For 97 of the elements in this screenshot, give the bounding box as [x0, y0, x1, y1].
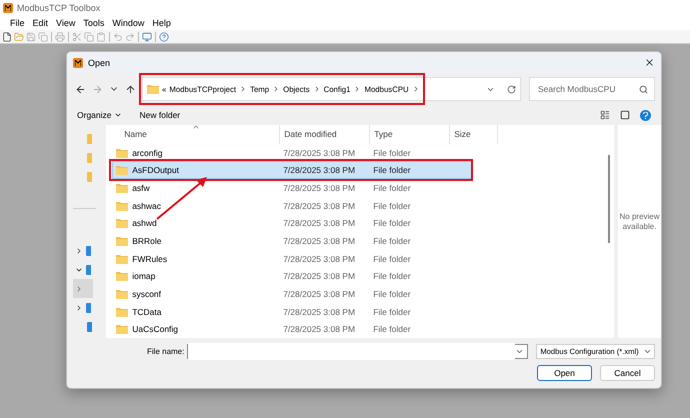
view-icon[interactable]	[600, 110, 610, 120]
file-name: AsFDOutput	[132, 165, 179, 176]
file-row[interactable]: arconfig 7/28/2025 3:08 PM File folder	[112, 144, 472, 162]
scrollbar-thumb[interactable]	[608, 155, 610, 243]
pane-icon[interactable]	[620, 110, 630, 120]
type-cell-text: File folder	[372, 148, 412, 158]
file-row[interactable]: UaCsConfig 7/28/2025 3:08 PM File folder	[112, 320, 472, 338]
file-name: arconfig	[132, 148, 162, 158]
folder-icon	[116, 306, 128, 317]
folder-icon	[116, 165, 128, 176]
file-row[interactable]: sysconf 7/28/2025 3:08 PM File folder	[112, 285, 472, 303]
file-row[interactable]: asfw 7/28/2025 3:08 PM File folder	[112, 179, 472, 197]
folder-icon	[147, 84, 159, 94]
file-row[interactable]: AsFDOutput 7/28/2025 3:08 PM File folder	[112, 161, 472, 180]
file-name: FWRules	[132, 254, 168, 264]
column-header[interactable]: Size	[450, 125, 498, 144]
date-cell-text: 7/28/2025 3:08 PM	[282, 288, 356, 299]
folder-icon	[116, 324, 128, 334]
file-name: ashwac	[132, 200, 162, 211]
date-cell-text: 7/28/2025 3:08 PM	[282, 165, 356, 176]
type-cell-text: File folder	[372, 182, 412, 193]
monitor-icon[interactable]	[142, 32, 152, 42]
column-header[interactable]: Name	[110, 125, 280, 144]
search-icon	[639, 84, 648, 94]
sort-icon	[192, 123, 200, 131]
folder-icon	[116, 182, 128, 193]
menu-item[interactable]: Tools	[81, 18, 110, 28]
new-icon[interactable]	[2, 32, 12, 42]
menu-item[interactable]: View	[54, 18, 82, 28]
caret-icon	[643, 347, 652, 356]
file-name: BRRole	[132, 236, 162, 246]
type-cell-text: File folder	[372, 306, 412, 317]
date-cell-text: 7/28/2025 3:08 PM	[282, 271, 356, 282]
back-button[interactable]	[75, 84, 86, 94]
type-cell-text: File folder	[372, 165, 412, 176]
help-icon[interactable]	[640, 110, 651, 120]
date-cell-text: 7/28/2025 3:08 PM	[282, 324, 356, 334]
menu-item[interactable]: File	[8, 18, 31, 28]
menu-item[interactable]: Help	[150, 18, 177, 28]
app-logo-icon	[73, 58, 83, 68]
file-row[interactable]: TCData 7/28/2025 3:08 PM File folder	[112, 302, 472, 320]
dialog-button[interactable]: Open	[537, 365, 592, 381]
type-cell-text: File folder	[372, 218, 412, 228]
dialog-title: Open	[88, 58, 112, 68]
command-button[interactable]: Organize	[77, 110, 122, 120]
date-cell-text: 7/28/2025 3:08 PM	[282, 218, 356, 228]
type-cell-text: File folder	[372, 200, 412, 211]
file-name: UaCsConfig	[132, 324, 178, 334]
file-row[interactable]: ashwd 7/28/2025 3:08 PM File folder	[112, 214, 472, 232]
date-cell-text: 7/28/2025 3:08 PM	[282, 148, 356, 158]
file-name: iomap	[132, 271, 156, 282]
folder-icon	[116, 288, 128, 299]
file-name-label: File name:	[147, 347, 184, 356]
chevron-icon[interactable]	[75, 246, 83, 254]
help-icon[interactable]	[159, 32, 169, 42]
dropdown-icon[interactable]	[515, 347, 524, 356]
folder-icon	[116, 236, 128, 246]
chevron-icon[interactable]	[75, 304, 83, 312]
column-header[interactable]: Type	[370, 125, 450, 144]
type-cell-text: File folder	[372, 271, 412, 282]
refresh-icon[interactable]	[507, 84, 516, 94]
file-row[interactable]: ashwac 7/28/2025 3:08 PM File folder	[112, 196, 472, 214]
type-cell-text: File folder	[372, 236, 412, 246]
file-name: asfw	[132, 182, 150, 193]
close-icon[interactable]	[644, 57, 655, 68]
folder-icon	[116, 218, 128, 228]
date-cell-text: 7/28/2025 3:08 PM	[282, 306, 356, 317]
forward-button[interactable]	[92, 84, 103, 94]
file-name: ashwd	[132, 218, 157, 228]
date-cell-text: 7/28/2025 3:08 PM	[282, 236, 356, 246]
folder-icon	[116, 148, 128, 158]
date-cell-text: 7/28/2025 3:08 PM	[282, 182, 356, 193]
file-name: TCData	[132, 306, 162, 317]
file-row[interactable]: FWRules 7/28/2025 3:08 PM File folder	[112, 250, 472, 268]
folder-icon	[116, 271, 128, 282]
menu-item[interactable]: Edit	[30, 18, 54, 28]
file-name-field[interactable]	[187, 344, 528, 359]
menu-item[interactable]: Window	[110, 18, 150, 28]
app-title: ModbusTCP Toolbox	[17, 3, 100, 13]
file-name: sysconf	[132, 288, 162, 299]
type-cell-text: File folder	[372, 324, 412, 334]
type-cell-text: File folder	[372, 254, 412, 264]
file-row[interactable]: iomap 7/28/2025 3:08 PM File folder	[112, 267, 472, 286]
dialog-button[interactable]: Cancel	[600, 365, 655, 381]
folder-icon	[116, 254, 128, 264]
command-button[interactable]: New folder	[140, 110, 180, 120]
caret-icon	[114, 111, 122, 119]
type-cell-text: File folder	[372, 288, 412, 299]
preview-message: No preview available.	[618, 212, 661, 232]
folder-icon	[116, 200, 128, 211]
up-button[interactable]	[125, 84, 136, 94]
column-header[interactable]: Date modified	[280, 125, 370, 144]
date-cell-text: 7/28/2025 3:08 PM	[282, 254, 356, 264]
app-logo-icon	[3, 3, 13, 13]
search-field[interactable]: Search ModbusCPU	[529, 77, 655, 101]
date-cell-text: 7/28/2025 3:08 PM	[282, 200, 356, 211]
file-row[interactable]: BRRole 7/28/2025 3:08 PM File folder	[112, 232, 472, 250]
